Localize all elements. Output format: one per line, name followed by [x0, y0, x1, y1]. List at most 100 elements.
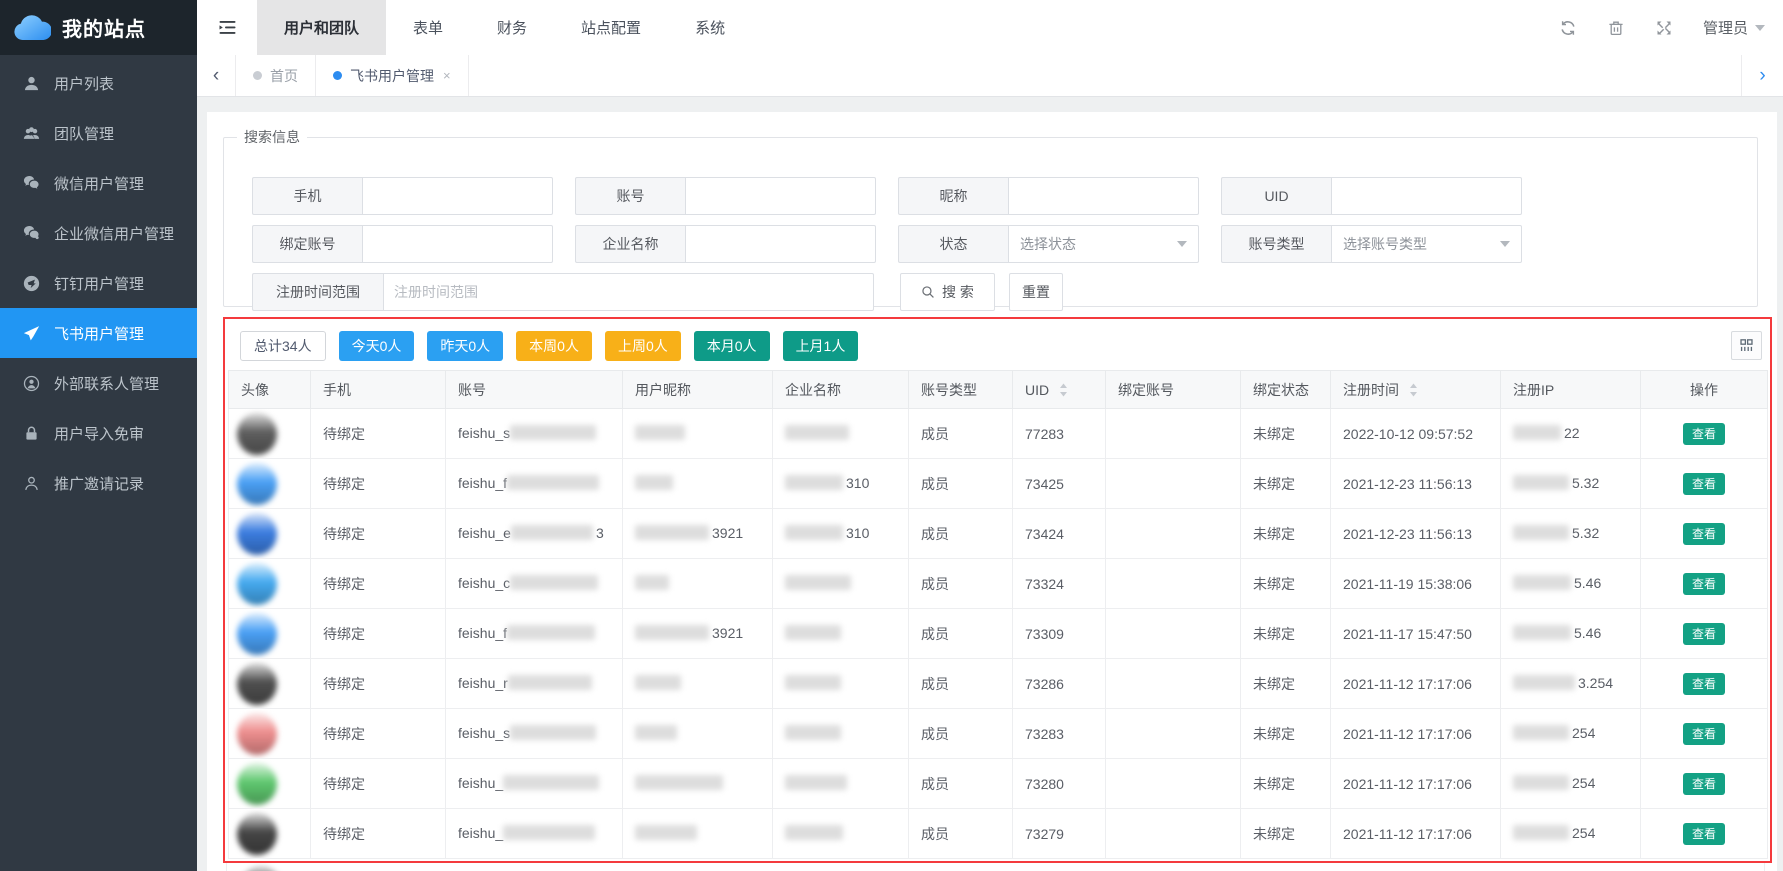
admin-user-menu[interactable]: 管理员: [1703, 17, 1765, 38]
sidebar-item[interactable]: 钉钉用户管理: [0, 258, 197, 308]
cell-reg-time: 2021-11-12 17:17:06: [1331, 709, 1501, 759]
sidebar-item[interactable]: 微信用户管理: [0, 158, 197, 208]
redacted-ip: [1513, 725, 1569, 740]
stat-badge[interactable]: 上周0人: [605, 331, 681, 361]
stat-badge[interactable]: 昨天0人: [427, 331, 503, 361]
sidebar-item[interactable]: 外部联系人管理: [0, 358, 197, 408]
stat-badge[interactable]: 总计34人: [240, 331, 326, 361]
search-button[interactable]: 搜 索: [900, 273, 995, 311]
tab-label: 飞书用户管理: [350, 66, 434, 86]
cell-account-type: 成员: [909, 409, 1013, 459]
column-settings-button[interactable]: [1731, 331, 1762, 360]
trash-icon[interactable]: [1607, 19, 1625, 37]
redacted-nickname: [635, 475, 673, 490]
ip-suffix: 254: [1572, 775, 1595, 791]
cell-uid: 73425: [1013, 459, 1106, 509]
sort-icon[interactable]: [1059, 383, 1068, 397]
view-button[interactable]: 查看: [1683, 773, 1725, 795]
column-header[interactable]: 注册时间: [1331, 371, 1501, 409]
view-button[interactable]: 查看: [1683, 723, 1725, 745]
column-header[interactable]: 操作: [1641, 371, 1768, 409]
column-header[interactable]: 用户昵称: [623, 371, 773, 409]
sidebar-item[interactable]: 推广邀请记录: [0, 458, 197, 508]
view-button[interactable]: 查看: [1683, 573, 1725, 595]
nickname-input[interactable]: [1008, 177, 1199, 215]
stat-badge[interactable]: 今天0人: [339, 331, 415, 361]
sidebar-item[interactable]: 飞书用户管理: [0, 308, 197, 358]
top-nav-tab[interactable]: 系统: [668, 0, 752, 55]
bind-account-input[interactable]: [362, 225, 553, 263]
company-suffix: 310: [846, 475, 869, 491]
sidebar-item-label: 飞书用户管理: [54, 323, 144, 344]
view-button[interactable]: 查看: [1683, 523, 1725, 545]
close-icon[interactable]: ×: [443, 68, 451, 83]
column-header[interactable]: 账号类型: [909, 371, 1013, 409]
company-input[interactable]: [685, 225, 876, 263]
cell-bind-status: 未绑定: [1241, 409, 1331, 459]
cell-action: 查看: [1641, 659, 1768, 709]
breadcrumb-tab[interactable]: 首页: [235, 55, 316, 96]
top-nav-tab[interactable]: 财务: [470, 0, 554, 55]
time-range-input[interactable]: [383, 273, 874, 311]
redacted-company: [785, 625, 841, 640]
redacted-company: [785, 525, 843, 540]
reset-button[interactable]: 重置: [1009, 273, 1063, 311]
account-type-select-value: 选择账号类型: [1343, 234, 1427, 254]
cell-account-type: 成员: [909, 809, 1013, 859]
sidebar-item-label: 用户列表: [54, 73, 114, 94]
column-header[interactable]: 注册IP: [1501, 371, 1641, 409]
status-select[interactable]: 选择状态: [1008, 225, 1199, 263]
column-header[interactable]: 手机: [311, 371, 446, 409]
sidebar-item[interactable]: 团队管理: [0, 108, 197, 158]
search-form: 手机 账号 昵称 UID 绑定账号 企业名称: [252, 177, 1522, 263]
stat-badge[interactable]: 上月1人: [783, 331, 859, 361]
stat-badge[interactable]: 本周0人: [516, 331, 592, 361]
view-button[interactable]: 查看: [1683, 623, 1725, 645]
top-nav-tab[interactable]: 表单: [386, 0, 470, 55]
fullscreen-icon[interactable]: [1655, 19, 1673, 37]
view-button[interactable]: 查看: [1683, 823, 1725, 845]
account-type-field-group: 账号类型 选择账号类型: [1221, 225, 1522, 263]
top-actions: 管理员: [1559, 0, 1783, 55]
cell-bind-account: [1106, 759, 1241, 809]
time-range-field-group: 注册时间范围: [252, 273, 874, 311]
cell-nickname: [623, 659, 773, 709]
sidebar-item[interactable]: 用户列表: [0, 58, 197, 108]
tabs-scroll-right-button[interactable]: ›: [1741, 55, 1783, 96]
table-row: 待绑定 feishu_ 成员 73279 未绑定: [229, 809, 1768, 859]
column-header[interactable]: UID: [1013, 371, 1106, 409]
cell-bind-status: 未绑定: [1241, 459, 1331, 509]
account-prefix: feishu_: [458, 775, 503, 791]
column-header[interactable]: 绑定状态: [1241, 371, 1331, 409]
column-header[interactable]: 企业名称: [773, 371, 909, 409]
top-nav-tab[interactable]: 站点配置: [554, 0, 668, 55]
account-type-select[interactable]: 选择账号类型: [1331, 225, 1522, 263]
cell-bind-account: [1106, 659, 1241, 709]
sidebar-item[interactable]: 用户导入免审: [0, 408, 197, 458]
view-button[interactable]: 查看: [1683, 423, 1725, 445]
uid-input[interactable]: [1331, 177, 1522, 215]
cell-avatar: [229, 409, 311, 459]
view-button[interactable]: 查看: [1683, 473, 1725, 495]
stat-badge[interactable]: 本月0人: [694, 331, 770, 361]
table-row: 待绑定 feishu_s 成员 73283 未绑定: [229, 709, 1768, 759]
sort-icon[interactable]: [1409, 383, 1418, 397]
tabs-scroll-left-button[interactable]: ‹: [197, 55, 235, 96]
breadcrumb-tab[interactable]: 飞书用户管理 ×: [316, 55, 469, 96]
cell-bind-account: [1106, 809, 1241, 859]
top-nav-tab[interactable]: 用户和团队: [257, 0, 386, 55]
top-bar: 我的站点 用户和团队 表单 财务 站点配置 系统 管理员: [0, 0, 1783, 55]
cell-action: 查看: [1641, 509, 1768, 559]
sidebar-collapse-button[interactable]: [197, 0, 257, 55]
column-header[interactable]: 头像: [229, 371, 311, 409]
column-header[interactable]: 绑定账号: [1106, 371, 1241, 409]
refresh-icon[interactable]: [1559, 19, 1577, 37]
redacted-ip: [1513, 775, 1569, 790]
cell-reg-time: 2021-11-19 15:38:06: [1331, 559, 1501, 609]
view-button[interactable]: 查看: [1683, 673, 1725, 695]
partial-table-row: [226, 863, 1765, 871]
account-input[interactable]: [685, 177, 876, 215]
phone-input[interactable]: [362, 177, 553, 215]
sidebar-item[interactable]: 企业微信用户管理: [0, 208, 197, 258]
column-header[interactable]: 账号: [446, 371, 623, 409]
